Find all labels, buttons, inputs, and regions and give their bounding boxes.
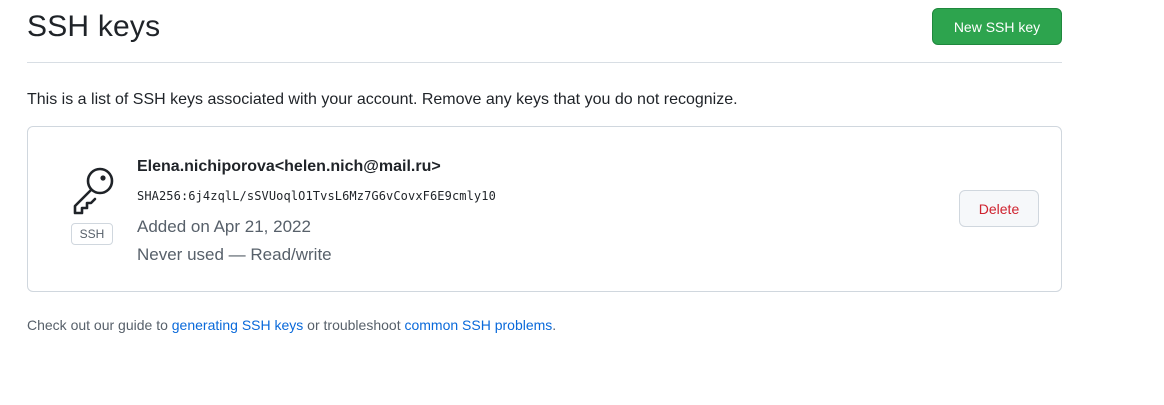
intro-text: This is a list of SSH keys associated wi… bbox=[27, 91, 738, 108]
ssh-keys-page: SSH keys New SSH key This is a list of S… bbox=[0, 0, 1164, 405]
ssh-badge: SSH bbox=[71, 223, 113, 245]
page-title: SSH keys bbox=[27, 10, 161, 43]
common-ssh-problems-link[interactable]: common SSH problems bbox=[404, 317, 552, 333]
key-title: Elena.nichiporova<helen.nich@mail.ru> bbox=[137, 158, 441, 175]
key-added-date: Added on Apr 21, 2022 bbox=[137, 217, 311, 236]
new-ssh-key-button[interactable]: New SSH key bbox=[932, 8, 1062, 45]
key-icon bbox=[73, 167, 114, 215]
key-usage: Never used — Read/write bbox=[137, 245, 332, 264]
generating-ssh-keys-link[interactable]: generating SSH keys bbox=[172, 317, 304, 333]
key-fingerprint: SHA256:6j4zqlL/sSVUoqlO1TvsL6Mz7G6vCovxF… bbox=[137, 189, 496, 203]
delete-key-button[interactable]: Delete bbox=[959, 190, 1039, 227]
help-note-prefix: Check out our guide to bbox=[27, 317, 172, 333]
help-note-middle: or troubleshoot bbox=[303, 317, 405, 333]
ssh-key-list-item: SSH Elena.nichiporova<helen.nich@mail.ru… bbox=[27, 126, 1062, 292]
help-note-suffix: . bbox=[552, 317, 557, 333]
key-icon-group: SSH bbox=[68, 165, 120, 249]
help-note: Check out our guide to generating SSH ke… bbox=[27, 317, 556, 333]
page-header: SSH keys New SSH key bbox=[27, 0, 1062, 63]
